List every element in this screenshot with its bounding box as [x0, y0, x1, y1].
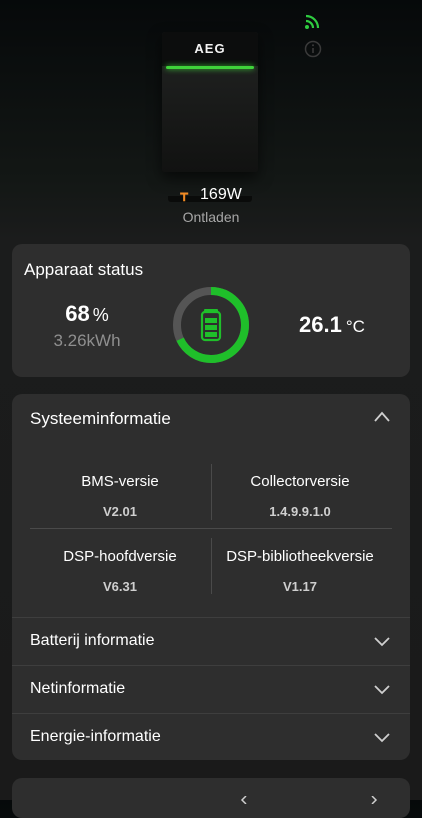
battery-device-image: AEG [162, 32, 258, 202]
grid-divider-vertical [211, 464, 212, 520]
device-status-card: Apparaat status 68% 3.26kWh 26.1 °C [12, 244, 410, 377]
section-energy-info[interactable]: Energie-informatie [12, 713, 410, 761]
grid-divider-vertical [211, 538, 212, 594]
dsp-main-version-label: DSP-hoofdversie [63, 548, 177, 565]
chevron-down-icon [374, 685, 390, 695]
collector-version-label: Collectorversie [250, 473, 350, 490]
status-title: Apparaat status [24, 260, 144, 279]
chevron-down-icon [374, 733, 390, 743]
device-hero: AEG ┳ 169W Ontladen [0, 0, 422, 240]
section-grid-info[interactable]: Netinformatie [12, 665, 410, 713]
soc-value: 68 [65, 301, 90, 326]
state-of-charge: 68% [12, 301, 162, 327]
collector-version-value: 1.4.9.9.1.0 [269, 504, 331, 519]
power-mode: Ontladen [182, 209, 240, 225]
device-status-led [166, 66, 254, 69]
grid-divider-horizontal [30, 528, 392, 529]
dsp-main-version-value: V6.31 [103, 579, 137, 594]
temperature: 26.1 °C [282, 312, 382, 338]
device-top-panel: AEG [162, 32, 258, 66]
temperature-unit: °C [345, 317, 365, 336]
energy-value: 3.26kWh [53, 331, 121, 350]
section-label: Batterij informatie [30, 632, 155, 649]
soc-unit: % [92, 305, 109, 325]
dsp-main-version: DSP-hoofdversie V6.31 [30, 548, 210, 594]
discharge-icon: ┳ [180, 186, 189, 201]
brand-logo: AEG [194, 41, 226, 56]
section-label: Netinformatie [30, 680, 126, 697]
section-battery-info[interactable]: Batterij informatie [12, 617, 410, 665]
chevron-left-icon[interactable] [240, 796, 248, 804]
dsp-library-version-label: DSP-bibliotheekversie [226, 548, 374, 565]
collector-version: Collectorversie 1.4.9.9.1.0 [210, 473, 390, 519]
power-readout: ┳ 169W [0, 186, 422, 204]
system-info-title[interactable]: Systeeminformatie [30, 409, 171, 429]
chevron-down-icon [374, 637, 390, 647]
dsp-library-version: DSP-bibliotheekversie V1.17 [210, 548, 390, 594]
info-icon[interactable] [304, 40, 322, 58]
chevron-right-icon[interactable] [370, 796, 378, 804]
soc-ring [173, 287, 249, 363]
bms-version: BMS-versie V2.01 [30, 473, 210, 519]
system-info-card: Systeeminformatie BMS-versie V2.01 Colle… [12, 394, 410, 760]
wifi-signal-icon [305, 14, 320, 29]
power-value: 169W [200, 186, 242, 203]
bms-version-label: BMS-versie [81, 473, 159, 490]
bms-version-value: V2.01 [103, 504, 137, 519]
bottom-card [12, 778, 410, 818]
temperature-value: 26.1 [299, 312, 342, 337]
dsp-library-version-value: V1.17 [283, 579, 317, 594]
chevron-up-icon[interactable] [374, 410, 390, 424]
section-label: Energie-informatie [30, 728, 161, 745]
battery-icon [200, 309, 222, 342]
